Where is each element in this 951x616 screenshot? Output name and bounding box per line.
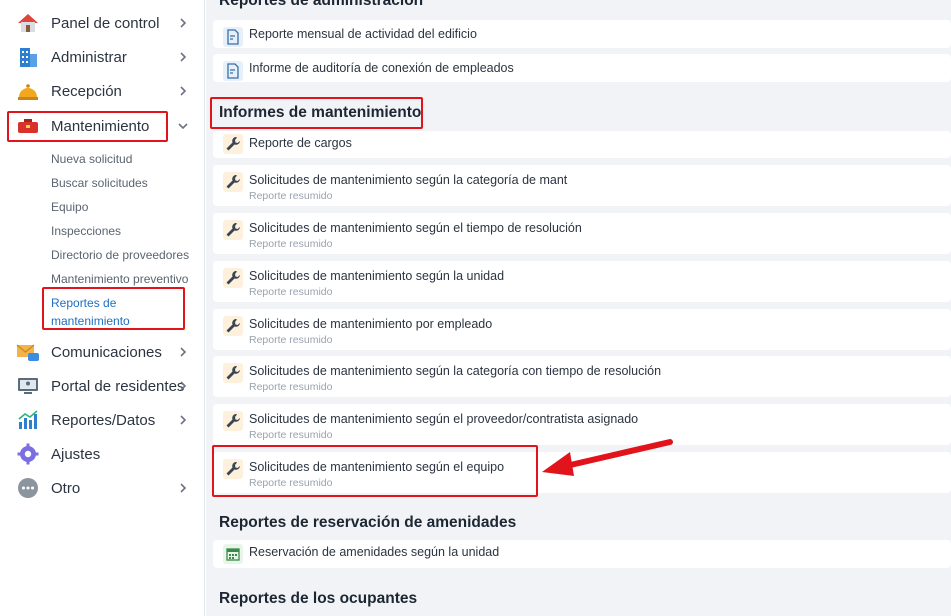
chevron-right-icon [180, 415, 187, 425]
subnav-mantenimiento-preventivo[interactable]: Mantenimiento preventivo [51, 272, 188, 286]
service-bell-icon [16, 79, 40, 103]
envelope-chat-icon [16, 340, 40, 364]
report-subtitle: Reporte resumido [249, 190, 333, 202]
wrench-icon [223, 220, 243, 240]
report-title: Solicitudes de mantenimiento según el eq… [249, 460, 505, 474]
nav-label: Mantenimiento [51, 117, 150, 135]
nav-label: Ajustes [51, 445, 101, 463]
report-item[interactable]: Solicitudes de mantenimiento según la ca… [213, 165, 951, 206]
chevron-right-icon [180, 347, 187, 357]
gear-icon [16, 442, 40, 466]
document-edit-icon [223, 61, 243, 81]
wrench-icon [223, 172, 243, 192]
app-window: Panel de control Administrar Recepción M… [0, 0, 951, 616]
monitor-user-icon [16, 374, 40, 398]
report-title: Solicitudes de mantenimiento por emplead… [249, 317, 493, 331]
nav-item-comunicaciones[interactable]: Comunicaciones [0, 335, 205, 369]
report-subtitle: Reporte resumido [249, 381, 333, 393]
section-title-admin: Reportes de administración [219, 0, 424, 9]
report-title: Solicitudes de mantenimiento según la un… [249, 269, 505, 283]
subnav-buscar-solicitudes[interactable]: Buscar solicitudes [51, 176, 148, 190]
wrench-icon [223, 316, 243, 336]
wrench-icon [223, 411, 243, 431]
sidebar: Panel de control Administrar Recepción M… [0, 0, 205, 616]
wrench-icon [223, 134, 243, 154]
report-subtitle: Reporte resumido [249, 477, 333, 489]
report-item[interactable]: Solicitudes de mantenimiento según la ca… [213, 356, 951, 397]
chevron-right-icon [180, 86, 187, 96]
report-title: Reservación de amenidades según la unida… [249, 545, 500, 559]
nav-label: Reportes/Datos [51, 411, 156, 429]
section-title-amenities: Reportes de reservación de amenidades [219, 514, 517, 531]
pointer-arrow-icon [542, 439, 673, 476]
nav-item-portal-residentes[interactable]: Portal de residentes [0, 369, 205, 403]
subnav-inspecciones[interactable]: Inspecciones [51, 224, 121, 238]
subnav-equipo[interactable]: Equipo [51, 200, 88, 214]
document-edit-icon [223, 27, 243, 47]
report-title: Solicitudes de mantenimiento según la ca… [249, 364, 662, 378]
chevron-right-icon [180, 52, 187, 62]
nav-item-ajustes[interactable]: Ajustes [0, 437, 205, 471]
report-title: Solicitudes de mantenimiento según el ti… [249, 221, 582, 235]
subnav-nueva-solicitud[interactable]: Nueva solicitud [51, 152, 132, 166]
nav-label: Otro [51, 479, 81, 497]
chevron-down-icon [178, 123, 188, 130]
nav-item-panel-de-control[interactable]: Panel de control [0, 6, 205, 40]
chevron-right-icon [180, 18, 187, 28]
report-subtitle: Reporte resumido [249, 429, 333, 441]
report-item[interactable]: Reservación de amenidades según la unida… [213, 540, 951, 568]
report-title: Informe de auditoría de conexión de empl… [249, 61, 514, 75]
nav-label: Panel de control [51, 14, 160, 32]
toolbox-icon [16, 114, 40, 138]
bar-chart-icon [16, 408, 40, 432]
nav-label: Comunicaciones [51, 343, 162, 361]
report-title: Reporte de cargos [249, 136, 352, 150]
nav-item-otro[interactable]: Otro [0, 471, 205, 505]
subnav-directorio-proveedores[interactable]: Directorio de proveedores [51, 248, 189, 262]
house-icon [16, 11, 40, 35]
more-dots-icon [16, 476, 40, 500]
report-item[interactable]: Reporte mensual de actividad del edifici… [213, 20, 951, 48]
nav-label: Recepción [51, 82, 122, 100]
chevron-right-icon [180, 483, 187, 493]
nav-label: Administrar [51, 48, 127, 66]
wrench-icon [223, 268, 243, 288]
chevron-right-icon [180, 381, 187, 391]
nav-item-administrar[interactable]: Administrar [0, 40, 205, 74]
report-item[interactable]: Reporte de cargos [213, 131, 951, 158]
report-title: Solicitudes de mantenimiento según el pr… [249, 412, 639, 426]
section-title-maintenance: Informes de mantenimiento [219, 104, 422, 121]
report-item[interactable]: Solicitudes de mantenimiento por emplead… [213, 309, 951, 350]
section-title-occupants: Reportes de los ocupantes [219, 590, 418, 607]
report-title: Reporte mensual de actividad del edifici… [249, 27, 477, 41]
wrench-icon [223, 363, 243, 383]
building-icon [16, 45, 40, 69]
report-item[interactable]: Informe de auditoría de conexión de empl… [213, 54, 951, 82]
report-item[interactable]: Solicitudes de mantenimiento según el ti… [213, 213, 951, 254]
nav-item-mantenimiento[interactable]: Mantenimiento [0, 109, 205, 143]
report-title: Solicitudes de mantenimiento según la ca… [249, 173, 568, 187]
nav-item-recepcion[interactable]: Recepción [0, 74, 205, 108]
report-subtitle: Reporte resumido [249, 334, 333, 346]
calendar-icon [223, 544, 243, 564]
report-item[interactable]: Solicitudes de mantenimiento según la un… [213, 261, 951, 302]
nav-item-reportes-datos[interactable]: Reportes/Datos [0, 403, 205, 437]
subnav-reportes-mantenimiento[interactable]: Reportes de mantenimiento [51, 294, 181, 330]
report-subtitle: Reporte resumido [249, 238, 333, 250]
nav-label: Portal de residentes [51, 377, 185, 395]
wrench-icon [223, 459, 243, 479]
report-subtitle: Reporte resumido [249, 286, 333, 298]
